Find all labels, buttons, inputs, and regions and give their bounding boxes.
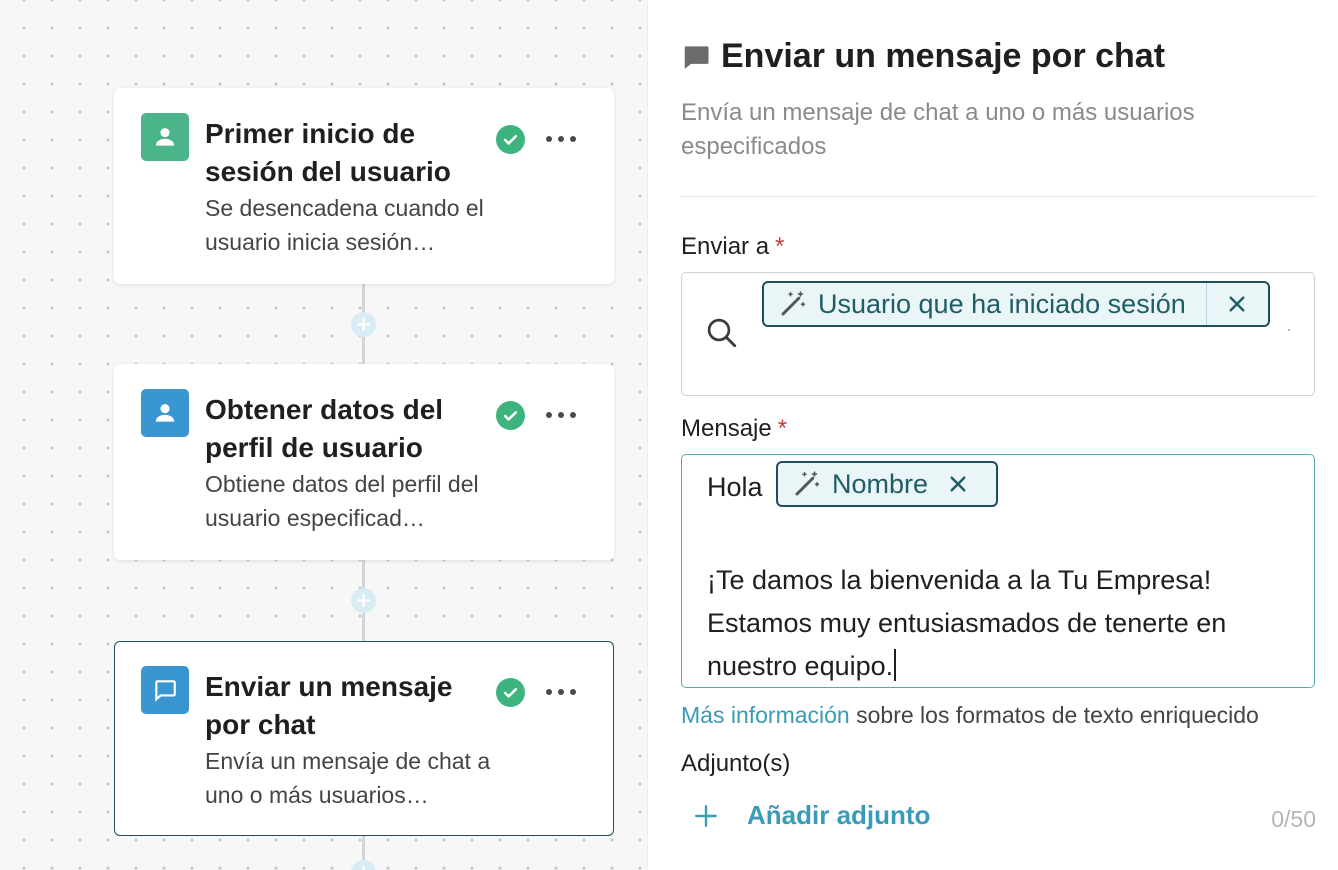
required-mark: * [775,233,785,260]
workflow-step-card[interactable]: Obtener datos del perfil de usuario Obti… [114,364,614,560]
send-to-field[interactable]: Usuario que ha iniciado sesión [681,272,1315,396]
text-caret [894,649,897,681]
step-description: Se desencadena cuando el usuario inicia … [205,195,484,255]
input-caret-dot [1288,329,1290,331]
more-info-link[interactable]: Más información [681,702,850,728]
panel-title: Enviar un mensaje por chat [721,37,1166,75]
step-icon-box [141,389,189,437]
message-greeting: Hola [707,472,763,502]
message-label-text: Mensaje [681,415,772,442]
workflow-canvas[interactable]: Primer inicio de sesión del usuario Se d… [0,0,648,870]
rich-text-help: Más información sobre los formatos de te… [681,700,1259,730]
chat-icon [155,680,176,702]
user-icon [155,404,175,422]
magic-wand-icon [781,291,806,316]
remove-chip-close-icon[interactable] [1206,283,1266,325]
more-options-icon[interactable] [543,680,579,704]
message-body: ¡Te damos la bienvenida a la Tu Empresa!… [707,559,1297,688]
add-attachment-button[interactable]: Añadir adjunto [693,800,930,831]
step-icon-box [141,666,189,714]
message-line-wrap: Estamos muy entusiasmados de tenerte en … [707,602,1297,688]
add-step-button[interactable] [351,860,376,870]
more-options-icon[interactable] [543,403,579,427]
variable-chip[interactable]: Nombre [776,461,998,507]
send-to-label: Enviar a * [681,232,784,262]
search-icon [707,318,737,348]
plus-icon [362,865,365,870]
attachment-count: 0/50 [1271,806,1316,832]
check-icon [496,401,525,430]
add-step-button[interactable] [351,588,376,613]
step-description: Envía un mensaje de chat a uno o más usu… [205,748,491,808]
workflow-step-card[interactable]: Primer inicio de sesión del usuario Se d… [114,88,614,284]
step-icon-box [141,113,189,161]
step-title: Enviar un mensaje por chat [205,671,453,740]
message-line: ¡Te damos la bienvenida a la Tu Empresa! [707,565,1212,595]
user-icon [155,128,175,146]
message-label: Mensaje * [681,414,787,444]
send-to-label-text: Enviar a [681,233,770,260]
add-step-button[interactable] [351,312,376,337]
plus-icon [695,804,717,827]
magic-wand-icon [795,471,820,496]
required-mark: * [777,415,788,442]
step-title: Obtener datos del perfil de usuario [205,394,444,463]
add-attachment-label: Añadir adjunto [747,800,931,830]
step-title: Primer inicio de sesión del usuario [205,118,451,187]
rich-text-help-text: sobre los formatos de texto enriquecido [849,702,1259,728]
plus-icon [356,593,371,608]
chat-bubble-icon [684,46,709,69]
step-config-panel: Enviar un mensaje por chat Envía un mens… [649,0,1338,870]
panel-subtitle: Envía un mensaje de chat a uno o más usu… [681,99,1195,160]
remove-chip-close-icon[interactable] [936,463,980,505]
message-editor[interactable]: Hola Nombre ¡Te damos la bienvenida a la… [681,454,1315,688]
workflow-step-card-selected[interactable]: Enviar un mensaje por chat Envía un mens… [114,641,614,836]
plus-icon [356,317,371,332]
variable-chip-label: Nombre [832,468,929,499]
check-icon [496,125,525,154]
recipient-chip-label: Usuario que ha iniciado sesión [818,288,1186,319]
divider [681,196,1315,197]
recipient-chip[interactable]: Usuario que ha iniciado sesión [762,281,1270,327]
check-icon [496,678,525,707]
message-line: Estamos muy entusiasmados de tenerte en … [707,608,1227,681]
step-description: Obtiene datos del perfil del usuario esp… [205,471,479,531]
attachments-label: Adjunto(s) [681,750,791,777]
more-options-icon[interactable] [543,127,579,151]
